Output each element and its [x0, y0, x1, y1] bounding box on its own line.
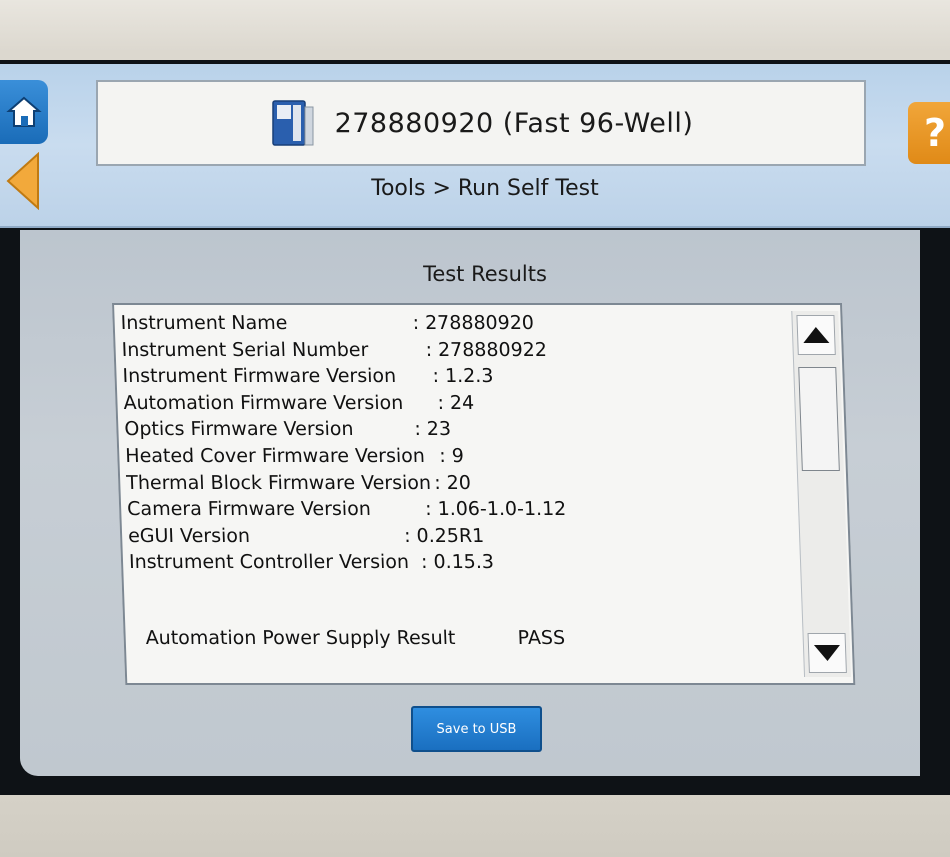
scroll-thumb[interactable] [798, 367, 840, 471]
row-value: : 278880922 [425, 338, 548, 361]
row-label: Heated Cover Firmware Version [124, 444, 426, 467]
row-value: : 20 [433, 471, 472, 494]
triangle-up-icon [803, 327, 830, 343]
row-value: : 9 [438, 444, 465, 467]
row-value: : 278880920 [412, 312, 535, 334]
help-button[interactable]: ? [908, 102, 950, 164]
instrument-icon [269, 97, 317, 149]
results-title: Test Results [423, 262, 547, 286]
back-arrow-icon [6, 151, 39, 211]
result-row-serial-number: Instrument Serial Number : 278880922 [121, 336, 782, 363]
breadcrumb: Tools > Run Self Test [371, 176, 599, 201]
results-panel: Instrument Name : 278880920 Instrument S… [112, 303, 856, 685]
row-value: : 0.25R1 [403, 524, 485, 547]
power-supply-status: PASS [517, 627, 566, 649]
save-to-usb-button[interactable]: Save to USB [411, 706, 542, 752]
results-list: Instrument Name : 278880920 Instrument S… [120, 309, 789, 575]
row-label: eGUI Version [127, 524, 251, 547]
results-scrollbar[interactable] [791, 311, 852, 677]
result-row-automation-firmware: Automation Firmware Version : 24 [123, 389, 784, 416]
result-row-instrument-firmware: Instrument Firmware Version : 1.2.3 [122, 362, 783, 389]
row-label: Camera Firmware Version [126, 498, 372, 521]
row-label: Instrument Controller Version [128, 551, 410, 574]
scroll-down-button[interactable] [807, 633, 847, 673]
row-label: Instrument Name [120, 312, 288, 334]
row-value: : 1.06-1.0-1.12 [424, 498, 567, 521]
instrument-title: 278880920 (Fast 96-Well) [334, 107, 694, 139]
triangle-down-icon [813, 645, 840, 661]
home-icon [6, 96, 42, 127]
power-supply-label: Automation Power Supply Result [145, 627, 456, 649]
row-value: : 1.2.3 [432, 365, 494, 388]
result-row-instrument-name: Instrument Name : 278880920 [120, 309, 781, 336]
back-button[interactable] [4, 151, 42, 211]
row-label: Thermal Block Firmware Version [125, 471, 432, 494]
result-row-thermal-block-firmware: Thermal Block Firmware Version : 20 [126, 469, 787, 496]
row-value: : 23 [414, 418, 452, 441]
result-row-heated-cover-firmware: Heated Cover Firmware Version : 9 [125, 442, 786, 469]
row-label: Automation Firmware Version [123, 391, 404, 414]
instrument-title-box: 278880920 (Fast 96-Well) [96, 80, 866, 166]
scroll-up-button[interactable] [796, 315, 836, 355]
result-row-egui-version: eGUI Version : 0.25R1 [128, 522, 789, 549]
result-row-controller-version: Instrument Controller Version : 0.15.3 [129, 548, 790, 575]
row-value: : 24 [437, 391, 475, 414]
row-label: Optics Firmware Version [124, 418, 354, 441]
result-row-optics-firmware: Optics Firmware Version : 23 [124, 415, 785, 442]
home-button[interactable] [0, 80, 48, 144]
row-value: : 0.15.3 [420, 551, 495, 574]
result-row-camera-firmware: Camera Firmware Version : 1.06-1.0-1.12 [127, 495, 788, 522]
row-label: Instrument Serial Number [121, 338, 369, 361]
row-label: Instrument Firmware Version [122, 365, 397, 388]
